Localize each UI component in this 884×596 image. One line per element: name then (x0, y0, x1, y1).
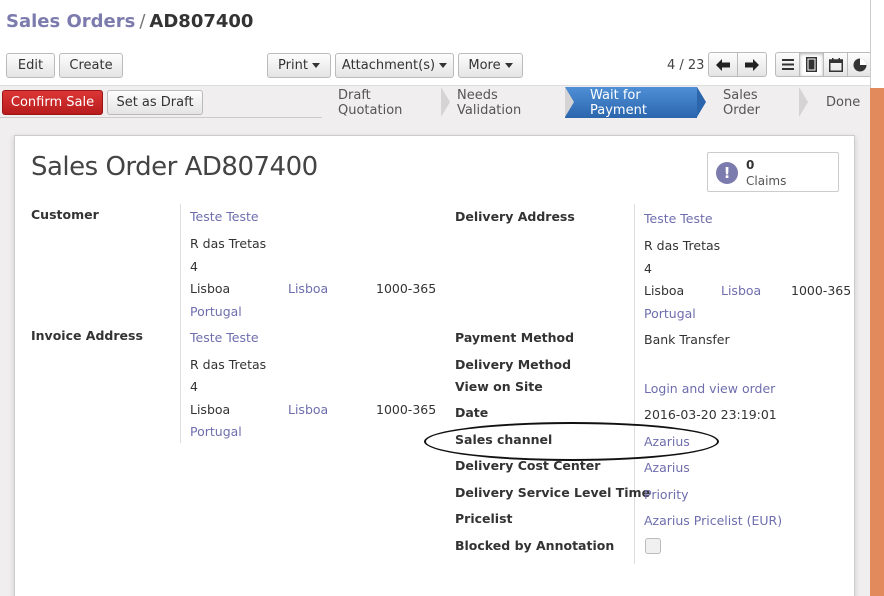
exclamation-icon: ! (716, 162, 738, 184)
customer-country-link[interactable]: Portugal (190, 304, 242, 319)
pager-value[interactable]: 4 / 23 (667, 58, 704, 73)
claims-smart-button[interactable]: ! 0 Claims (707, 152, 839, 192)
chevron-down-icon (439, 63, 448, 68)
stage-sales-order[interactable]: Sales Order (697, 87, 808, 118)
customer-label: Customer (31, 207, 99, 222)
delivery-name-link[interactable]: Teste Teste (644, 211, 713, 226)
list-icon (781, 59, 794, 70)
delivery-service-level-time-link[interactable]: Priority (644, 487, 689, 502)
invoice-address-label: Invoice Address (31, 328, 143, 343)
print-button[interactable]: Print (267, 53, 331, 78)
invoice-country-link[interactable]: Portugal (190, 424, 242, 439)
more-button[interactable]: More (458, 53, 523, 78)
breadcrumb-parent[interactable]: Sales Orders (6, 11, 135, 32)
delivery-country-link[interactable]: Portugal (644, 306, 696, 321)
annotation-ellipse (424, 422, 719, 461)
stage-pipeline: Draft Quotation Needs Validation Wait fo… (322, 87, 870, 118)
create-button[interactable]: Create (59, 53, 123, 78)
edit-label: Edit (17, 58, 44, 73)
chevron-down-icon (504, 63, 513, 68)
set-as-draft-button[interactable]: Set as Draft (107, 90, 203, 115)
invoice-name-link[interactable]: Teste Teste (190, 330, 259, 345)
delivery-method-label: Delivery Method (455, 357, 572, 372)
arrow-right-icon (745, 58, 759, 71)
breadcrumb-current: AD807400 (149, 11, 254, 32)
calendar-icon (828, 57, 843, 72)
stage-label: Needs Validation (457, 87, 522, 118)
breadcrumb-separator: / (139, 11, 146, 32)
set-as-draft-label: Set as Draft (116, 95, 194, 110)
invoice-number: 4 (190, 379, 198, 394)
delivery-cost-center-link[interactable]: Azarius (644, 460, 690, 475)
form-sheet: Sales Order AD807400 ! 0 Claims Customer… (14, 135, 855, 596)
pager-next-button[interactable] (737, 52, 767, 77)
stage-wait-for-payment[interactable]: Wait for Payment (565, 87, 706, 118)
delivery-number: 4 (644, 261, 652, 276)
title-number: AD807400 (184, 152, 319, 182)
delivery-street: R das Tretas (644, 238, 721, 253)
payment-method-label: Payment Method (455, 330, 575, 345)
customer-zip: 1000-365 (376, 281, 437, 296)
view-on-site-link[interactable]: Login and view order (644, 381, 775, 396)
claims-label: Claims (746, 174, 787, 188)
stage-label: Done (826, 95, 861, 110)
graph-view-button[interactable] (847, 52, 872, 77)
breadcrumb: Sales Orders / AD807400 (6, 11, 253, 32)
blocked-by-annotation-checkbox[interactable] (645, 538, 661, 554)
customer-street: R das Tretas (190, 236, 267, 251)
customer-number: 4 (190, 259, 198, 274)
attachments-button[interactable]: Attachment(s) (335, 53, 454, 78)
create-label: Create (69, 58, 113, 73)
delivery-address-label: Delivery Address (455, 209, 575, 224)
invoice-city: Lisboa (190, 402, 231, 417)
status-bar: Confirm Sale Set as Draft Draft Quotatio… (0, 87, 870, 118)
stage-label: Wait for Payment (590, 87, 647, 118)
calendar-view-button[interactable] (823, 52, 848, 77)
attachments-label: Attachment(s) (341, 58, 436, 73)
stage-draft-quotation[interactable]: Draft Quotation (322, 87, 450, 118)
delivery-city: Lisboa (644, 283, 685, 298)
confirm-sale-button[interactable]: Confirm Sale (2, 90, 103, 115)
pager-previous-button[interactable] (708, 52, 738, 77)
form-view-button[interactable] (799, 52, 824, 77)
window-edge (870, 0, 884, 88)
date-label: Date (455, 405, 489, 420)
view-on-site-label: View on Site (455, 379, 543, 394)
delivery-zip: 1000-365 (791, 283, 852, 298)
title-prefix: Sales Order (31, 152, 177, 182)
divider (180, 204, 181, 443)
print-label: Print (278, 58, 308, 73)
divider (634, 204, 635, 564)
claims-count: 0 (746, 158, 755, 172)
arrow-left-icon (716, 58, 730, 71)
delivery-service-level-time-label: Delivery Service Level Time (455, 485, 651, 500)
list-view-button[interactable] (775, 52, 800, 77)
pricelist-label: Pricelist (455, 511, 513, 526)
customer-city: Lisboa (190, 281, 231, 296)
more-label: More (468, 58, 501, 73)
invoice-state-link[interactable]: Lisboa (288, 402, 328, 417)
invoice-street: R das Tretas (190, 357, 267, 372)
delivery-state-link[interactable]: Lisboa (721, 283, 761, 298)
pie-chart-icon (853, 58, 866, 71)
edit-button[interactable]: Edit (6, 53, 55, 78)
payment-method-value: Bank Transfer (644, 332, 730, 347)
control-panel: Sales Orders / AD807400 Edit Create Print … (0, 0, 872, 86)
page-title: Sales Order AD807400 (31, 152, 318, 182)
stage-done[interactable]: Done (799, 87, 870, 118)
blocked-by-annotation-label: Blocked by Annotation (455, 538, 615, 553)
confirm-sale-label: Confirm Sale (10, 95, 95, 110)
date-value: 2016-03-20 23:19:01 (644, 407, 777, 422)
customer-name-link[interactable]: Teste Teste (190, 209, 259, 224)
stage-label: Sales Order (723, 87, 760, 118)
scrollbar-edge (870, 88, 884, 596)
stage-needs-validation[interactable]: Needs Validation (441, 87, 574, 118)
stage-label: Draft Quotation (338, 87, 403, 118)
invoice-zip: 1000-365 (376, 402, 437, 417)
customer-state-link[interactable]: Lisboa (288, 281, 328, 296)
pricelist-link[interactable]: Azarius Pricelist (EUR) (644, 513, 782, 528)
chevron-down-icon (311, 63, 320, 68)
form-icon (806, 57, 817, 72)
